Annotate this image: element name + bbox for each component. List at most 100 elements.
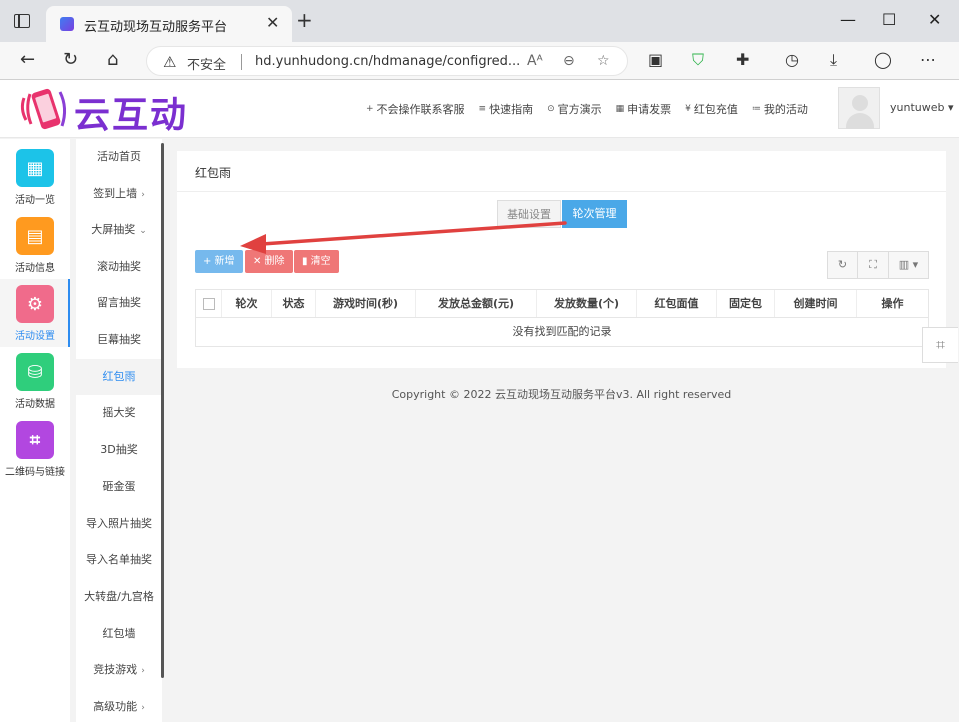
- submenu-item[interactable]: 大转盘/九宫格: [76, 579, 162, 615]
- rail-label: 二维码与链接: [5, 467, 65, 478]
- submenu-item-active[interactable]: 红包雨: [76, 359, 162, 395]
- extension-icon[interactable]: ✚: [736, 51, 749, 69]
- page-title: 红包雨: [195, 166, 232, 180]
- content-panel: 红包雨 基础设置 轮次管理 + 新增 ✕ 删除 ▮ 清空 ↻ ⛶ ▥ ▾ 轮次 …: [177, 151, 946, 368]
- rail-label: 活动数据: [15, 399, 55, 410]
- submenu-item[interactable]: 活动首页: [76, 139, 162, 175]
- tab-actions-icon[interactable]: [14, 14, 30, 28]
- submenu-item[interactable]: 3D抽奖: [76, 432, 162, 468]
- delete-button[interactable]: ✕ 删除: [245, 250, 293, 273]
- submenu-item[interactable]: 巨幕抽奖: [76, 322, 162, 358]
- submenu-item[interactable]: 大屏抽奖 ⌄: [76, 212, 162, 248]
- rail-item-qrcode[interactable]: ⌗ 二维码与链接: [0, 415, 70, 483]
- new-tab-button[interactable]: +: [296, 10, 313, 30]
- maximize-button[interactable]: ☐: [882, 10, 896, 29]
- link-label: 申请发票: [627, 103, 672, 116]
- footer-copyright: Copyright © 2022 云互动现场互动服务平台v3. All righ…: [391, 388, 732, 401]
- refresh-icon[interactable]: ↻: [63, 50, 78, 70]
- rail-item-info[interactable]: ▤ 活动信息: [0, 211, 70, 279]
- back-icon[interactable]: ←: [20, 50, 35, 70]
- columns-toggle-icon[interactable]: ▥ ▾: [889, 251, 929, 279]
- submenu: 活动首页 签到上墙 › 大屏抽奖 ⌄ 滚动抽奖 留言抽奖 巨幕抽奖 红包雨 摇大奖 …: [76, 139, 162, 722]
- minimize-button[interactable]: —: [840, 10, 856, 29]
- my-activities-link[interactable]: ≔ 我的活动: [752, 101, 808, 117]
- add-button[interactable]: + 新增: [195, 250, 243, 273]
- app-header: 云互动 + 不会操作联系客服 ≡ 快速指南 ⊙ 官方演示 ▦ 申请发票 ¥ 红包充值 ≔ 我…: [0, 80, 959, 138]
- column-header[interactable]: 操作: [857, 290, 928, 317]
- column-header[interactable]: 发放总金额(元): [416, 290, 537, 317]
- rail-label: 活动一览: [15, 195, 55, 206]
- rail-item-overview[interactable]: ▦ 活动一览: [0, 143, 70, 211]
- link-label: 我的活动: [763, 103, 808, 116]
- column-header[interactable]: 固定包: [717, 290, 775, 317]
- document-icon: ▤: [16, 217, 54, 255]
- column-header[interactable]: 创建时间: [775, 290, 857, 317]
- submenu-item[interactable]: 红包墙: [76, 616, 162, 652]
- close-window-button[interactable]: ✕: [928, 10, 941, 29]
- url-text[interactable]: hd.yunhudong.cn/hdmanage/configred...: [255, 54, 520, 69]
- refresh-table-icon[interactable]: ↻: [827, 251, 858, 279]
- link-label: 官方演示: [557, 103, 602, 116]
- submenu-label: 红包墙: [102, 627, 136, 640]
- fullscreen-icon[interactable]: ⛶: [858, 251, 889, 279]
- column-header[interactable]: 状态: [272, 290, 316, 317]
- profile-icon[interactable]: ◯: [874, 51, 892, 69]
- shield-icon[interactable]: ⛉: [692, 51, 704, 69]
- table-toolbar: ↻ ⛶ ▥ ▾: [827, 251, 929, 279]
- submenu-item[interactable]: 滚动抽奖: [76, 249, 162, 285]
- column-header[interactable]: 发放数量(个): [537, 290, 637, 317]
- submenu-item[interactable]: 高级功能 ›: [76, 689, 162, 722]
- rail-item-settings[interactable]: ⚙ 活动设置: [0, 279, 70, 347]
- submenu-item[interactable]: 导入名单抽奖: [76, 542, 162, 578]
- submenu-item[interactable]: 竞技游戏 ›: [76, 652, 162, 688]
- submenu-item[interactable]: 签到上墙 ›: [76, 176, 162, 212]
- browser-tab-active[interactable]: 云互动现场互动服务平台 ✕: [46, 6, 292, 42]
- browser-toolbar: ← ↻ ⌂ ⚠ 不安全 hd.yunhudong.cn/hdmanage/con…: [0, 42, 959, 80]
- clear-button[interactable]: ▮ 清空: [294, 250, 339, 273]
- submenu-item[interactable]: 留言抽奖: [76, 285, 162, 321]
- qrcode-float-icon[interactable]: ⌗: [922, 327, 958, 363]
- logo-phone-icon: [20, 88, 67, 130]
- url-separator: [241, 54, 242, 70]
- tab-round-management[interactable]: 轮次管理: [562, 200, 627, 228]
- contact-support-link[interactable]: + 不会操作联系客服: [366, 101, 465, 117]
- submenu-label: 高级功能: [93, 700, 138, 713]
- history-icon[interactable]: ◷: [785, 51, 799, 69]
- recharge-link[interactable]: ¥ 红包充值: [685, 101, 738, 117]
- submenu-label: 签到上墙: [93, 187, 138, 200]
- tab-close-icon[interactable]: ✕: [266, 13, 279, 32]
- select-all-checkbox[interactable]: [202, 298, 215, 310]
- database-icon: ⛁: [16, 353, 54, 391]
- rail-item-data[interactable]: ⛁ 活动数据: [0, 347, 70, 415]
- column-header[interactable]: 轮次: [222, 290, 272, 317]
- submenu-label: 留言抽奖: [97, 296, 141, 309]
- menu-icon: ≔: [751, 104, 761, 114]
- quick-guide-link[interactable]: ≡ 快速指南: [479, 101, 534, 117]
- official-demo-link[interactable]: ⊙ 官方演示: [547, 101, 602, 117]
- invoice-link[interactable]: ▦ 申请发票: [616, 101, 672, 117]
- tab-basic-settings[interactable]: 基础设置: [497, 200, 561, 228]
- caret-down-icon: ▾: [947, 101, 954, 114]
- submenu-label: 滚动抽奖: [97, 260, 141, 273]
- submenu-item[interactable]: 导入照片抽奖: [76, 506, 162, 542]
- favorite-icon[interactable]: ☆: [597, 53, 610, 69]
- submenu-scrollbar[interactable]: [161, 143, 164, 678]
- read-aloud-icon[interactable]: Aᴬ: [527, 53, 543, 69]
- column-header[interactable]: 红包面值: [637, 290, 717, 317]
- submenu-label: 导入照片抽奖: [86, 517, 152, 530]
- zoom-icon[interactable]: ⊖: [563, 53, 575, 69]
- collections-icon[interactable]: ▣: [648, 51, 663, 69]
- home-icon[interactable]: ⌂: [107, 50, 118, 70]
- logo-text[interactable]: 云互动: [74, 86, 188, 138]
- download-icon[interactable]: ⤓: [830, 51, 837, 69]
- insecure-label: 不安全: [187, 58, 227, 73]
- address-bar[interactable]: ⚠ 不安全 hd.yunhudong.cn/hdmanage/configred…: [146, 46, 628, 76]
- submenu-item[interactable]: 砸金蛋: [76, 469, 162, 505]
- more-icon[interactable]: ⋯: [920, 51, 936, 69]
- rail-label: 活动设置: [15, 331, 55, 342]
- column-header[interactable]: 游戏时间(秒): [316, 290, 416, 317]
- avatar[interactable]: [838, 87, 880, 129]
- user-menu[interactable]: yuntuweb ▾: [890, 101, 954, 114]
- table-header: 轮次 状态 游戏时间(秒) 发放总金额(元) 发放数量(个) 红包面值 固定包 …: [196, 290, 928, 318]
- submenu-item[interactable]: 摇大奖: [76, 395, 162, 431]
